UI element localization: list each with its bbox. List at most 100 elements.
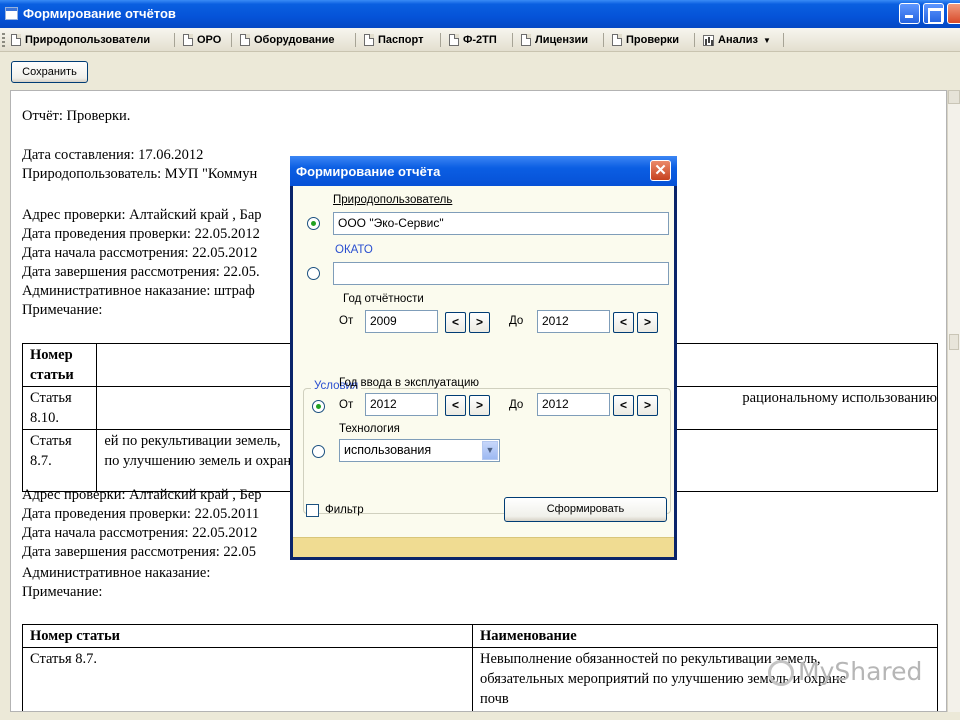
report-title: Отчёт: Проверки. xyxy=(22,108,131,124)
report-date: Дата составления: 17.06.2012 xyxy=(22,147,204,163)
commission-year-radio[interactable] xyxy=(312,400,325,413)
okato-field[interactable] xyxy=(333,262,669,285)
comm-to-prev-button[interactable]: < xyxy=(613,395,634,416)
toolbar-separator xyxy=(783,33,784,47)
toolbar-button-f2tp[interactable]: Ф-2ТП xyxy=(447,31,499,49)
comm-from-label: От xyxy=(339,399,354,411)
report-dialog: Формирование отчёта ✕ Природопользовател… xyxy=(290,156,677,560)
toolbar-label: Оборудование xyxy=(254,34,335,46)
toolbar-label: ОРО xyxy=(197,34,222,46)
toolbar-label: Природопользователи xyxy=(25,34,151,46)
dialog-status-bar xyxy=(293,537,674,557)
year-to-label: До xyxy=(509,315,524,327)
toolbar-button-passport[interactable]: Паспорт xyxy=(362,31,425,49)
maximize-button[interactable] xyxy=(923,3,944,24)
toolbar-separator xyxy=(231,33,232,47)
technology-selected-value: использования xyxy=(344,443,432,457)
report-address-2: Адрес проверки: Алтайский край , Бер xyxy=(22,487,262,503)
toolbar-separator xyxy=(174,33,175,47)
year-to-prev-button[interactable]: < xyxy=(613,312,634,333)
comm-from-field[interactable]: 2012 xyxy=(365,393,438,416)
nature-user-field[interactable]: ООО "Эко-Сервис" xyxy=(333,212,669,235)
watermark-text: MyShared xyxy=(798,657,923,686)
document-icon xyxy=(11,34,21,46)
report-penalty: Административное наказание: штраф xyxy=(22,283,255,299)
window-titlebar: Формирование отчётов xyxy=(0,0,960,28)
document-icon xyxy=(521,34,531,46)
year-from-next-button[interactable]: > xyxy=(469,312,490,333)
dialog-titlebar: Формирование отчёта ✕ xyxy=(290,156,677,186)
nature-user-label: Природопользователь xyxy=(333,194,453,206)
filter-checkbox[interactable] xyxy=(306,504,319,517)
table-header-cell: Наименование xyxy=(472,624,938,648)
toolbar-button-inspections[interactable]: Проверки xyxy=(610,31,681,49)
toolbar-label: Ф-2ТП xyxy=(463,34,497,46)
document-icon xyxy=(449,34,459,46)
app-icon xyxy=(5,7,18,20)
technology-select[interactable]: использования ▼ xyxy=(339,439,500,462)
comm-from-prev-button[interactable]: < xyxy=(445,395,466,416)
comm-to-next-button[interactable]: > xyxy=(637,395,658,416)
table-cell: Статья 8.7. xyxy=(22,647,473,711)
minimize-button[interactable] xyxy=(899,3,920,24)
report-note: Примечание: xyxy=(22,302,103,318)
report-penalty-2: Административное наказание: xyxy=(22,565,211,581)
chevron-down-icon[interactable]: ▼ xyxy=(482,441,498,460)
table-header-cell: Номер статьи xyxy=(22,624,473,648)
report-inspection-date-2: Дата проведения проверки: 22.05.2011 xyxy=(22,506,260,522)
year-to-field[interactable]: 2012 xyxy=(537,310,610,333)
report-inspection-date: Дата проведения проверки: 22.05.2012 xyxy=(22,226,260,242)
report-address: Адрес проверки: Алтайский край , Бар xyxy=(22,207,262,223)
report-scrollbar[interactable] xyxy=(947,90,960,712)
filter-label: Фильтр xyxy=(325,504,364,516)
scroll-up-button[interactable] xyxy=(948,90,960,104)
okato-label: ОКАТО xyxy=(335,244,373,256)
toolbar-button-equipment[interactable]: Оборудование xyxy=(238,31,336,49)
year-from-prev-button[interactable]: < xyxy=(445,312,466,333)
table-cell: Статья 8.10. xyxy=(21,386,98,430)
save-button[interactable]: Сохранить xyxy=(11,61,88,83)
report-review-start: Дата начала рассмотрения: 22.05.2012 xyxy=(22,245,258,261)
dialog-body: Природопользователь ООО "Эко-Сервис" ОКА… xyxy=(293,186,674,537)
okato-radio[interactable] xyxy=(307,267,320,280)
scroll-thumb[interactable] xyxy=(949,334,959,350)
comm-to-field[interactable]: 2012 xyxy=(537,393,610,416)
year-to-next-button[interactable]: > xyxy=(637,312,658,333)
comm-from-next-button[interactable]: > xyxy=(469,395,490,416)
year-from-field[interactable]: 2009 xyxy=(365,310,438,333)
dialog-close-button[interactable]: ✕ xyxy=(650,160,671,181)
toolbar-separator xyxy=(440,33,441,47)
report-nature-user: Природопользователь: МУП "Коммун xyxy=(22,166,258,182)
report-review-end-2: Дата завершения рассмотрения: 22.05 xyxy=(22,544,257,560)
globe-icon xyxy=(768,660,794,686)
nature-user-radio[interactable] xyxy=(307,217,320,230)
year-from-label: От xyxy=(339,315,354,327)
toolbar-button-licenses[interactable]: Лицензии xyxy=(519,31,590,49)
document-icon xyxy=(183,34,193,46)
document-icon xyxy=(612,34,622,46)
toolbar-button-nature-users[interactable]: Природопользователи xyxy=(9,31,152,49)
toolbar-label: Паспорт xyxy=(378,34,424,46)
toolbar-grip[interactable] xyxy=(2,33,5,47)
close-window-button[interactable] xyxy=(947,3,960,24)
toolbar-button-analysis[interactable]: Анализ ▼ xyxy=(701,31,773,49)
document-icon xyxy=(240,34,250,46)
toolbar-button-oro[interactable]: ОРО xyxy=(181,31,223,49)
commission-year-label: Год ввода в эксплуатацию xyxy=(339,377,479,389)
toolbar: Природопользователи ОРО Оборудование Пас… xyxy=(0,28,960,52)
report-review-end: Дата завершения рассмотрения: 22.05. xyxy=(22,264,260,280)
table-cell: Статья 8.7. xyxy=(21,429,98,492)
toolbar-separator xyxy=(512,33,513,47)
comm-to-label: До xyxy=(509,399,524,411)
dropdown-arrow-icon: ▼ xyxy=(762,35,771,45)
dialog-title: Формирование отчёта xyxy=(296,164,441,179)
table-header-row: Номер статьи Наименование xyxy=(22,624,938,648)
technology-radio[interactable] xyxy=(312,445,325,458)
report-review-start-2: Дата начала рассмотрения: 22.05.2012 xyxy=(22,525,258,541)
report-note-2: Примечание: xyxy=(22,584,103,600)
table-cell-text: рациональному использованию xyxy=(742,390,937,406)
table-header-cell: Номер статьи xyxy=(21,343,98,387)
window-title: Формирование отчётов xyxy=(23,6,176,21)
toolbar-separator xyxy=(355,33,356,47)
generate-button[interactable]: Сформировать xyxy=(504,497,667,522)
